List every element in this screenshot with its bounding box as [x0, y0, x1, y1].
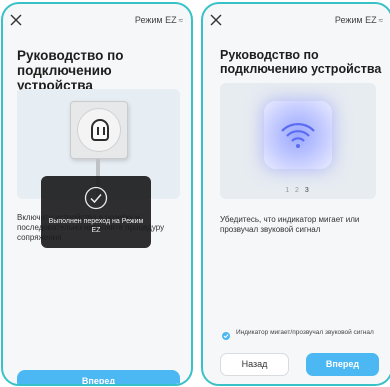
- wifi-icon: [281, 123, 315, 148]
- step-1: 1: [285, 187, 292, 194]
- back-button[interactable]: Назад: [220, 353, 289, 376]
- right-screen: Режим EZ ≈ Руководство по подключению уст…: [201, 2, 390, 386]
- mode-label: Режим EZ: [334, 15, 377, 25]
- check-circle-icon: [84, 186, 108, 210]
- wave-icon: ≈: [178, 16, 183, 25]
- wave-icon: ≈: [378, 16, 383, 25]
- confirm-checkbox-row[interactable]: Индикатор мигает/прозвучал звуковой сигн…: [220, 329, 385, 349]
- checkbox[interactable]: [222, 332, 230, 340]
- top-bar: Режим EZ ≈: [203, 4, 390, 32]
- instruction-text: Убедитесь, что индикатор мигает или проз…: [220, 215, 360, 234]
- step-2: 2: [295, 187, 301, 194]
- next-button[interactable]: Вперед: [17, 370, 180, 384]
- next-button[interactable]: Вперед: [306, 353, 379, 376]
- page-title: Руководство по подключению устройства: [220, 48, 382, 76]
- close-icon[interactable]: [210, 14, 224, 28]
- mode-switch[interactable]: Режим EZ ≈: [335, 15, 383, 25]
- checkbox-label: Индикатор мигает/прозвучал звуковой сигн…: [236, 329, 374, 336]
- step-pager: 1 2 3: [220, 187, 376, 194]
- device-icon: [264, 101, 332, 169]
- mode-label: Режим EZ: [134, 15, 177, 25]
- router-illustration: 1 2 3: [220, 83, 376, 199]
- top-bar: Режим EZ ≈: [3, 4, 191, 32]
- plug-icon: [91, 119, 109, 141]
- page-title: Руководство по подключению устройства: [17, 48, 124, 93]
- mode-switch[interactable]: Режим EZ ≈: [135, 15, 183, 25]
- toast: Выполнен переход на Режим EZ: [41, 176, 151, 248]
- step-3: 3: [304, 187, 311, 194]
- socket-icon: [70, 101, 128, 159]
- close-icon[interactable]: [10, 14, 24, 28]
- stage: Режим EZ ≈ Руководство по подключению уст…: [0, 0, 390, 387]
- toast-message: Выполнен переход на Режим EZ: [48, 218, 144, 234]
- left-screen: Режим EZ ≈ Руководство по подключению уст…: [1, 2, 193, 386]
